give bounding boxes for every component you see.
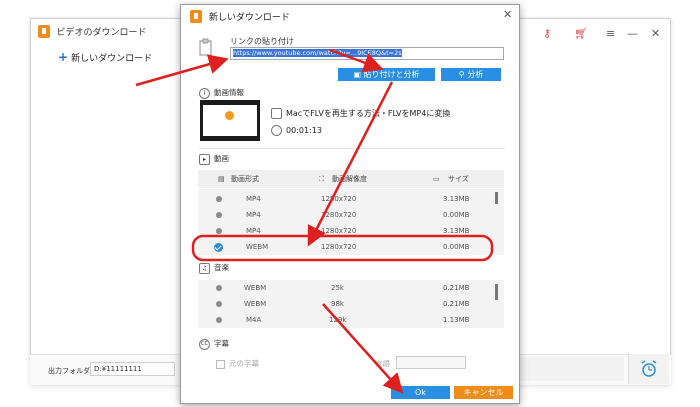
annotation-highlight xyxy=(191,234,494,262)
annotation-arrow xyxy=(135,54,229,87)
annotation-arrow xyxy=(307,81,394,247)
annotation-arrow xyxy=(322,303,404,394)
annotation-overlay xyxy=(135,48,494,394)
annotation-arrow xyxy=(329,48,384,73)
